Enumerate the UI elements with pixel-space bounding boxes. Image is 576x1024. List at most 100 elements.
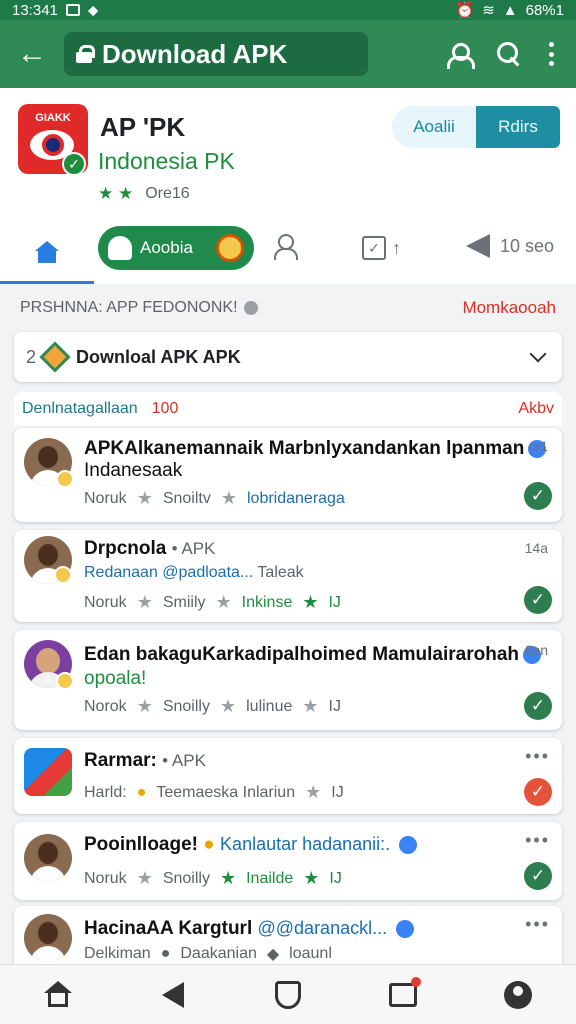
home-icon (34, 240, 60, 263)
item-meta-d: IJ (328, 593, 341, 611)
chevron-down-icon (529, 345, 547, 363)
dropdown-label: Downloal APK APK (76, 346, 241, 367)
item-meta-b: Smiily (162, 593, 206, 611)
item-meta-c: lulinue (246, 697, 293, 715)
tab-pill-label: Aoobia (140, 238, 193, 257)
download-dropdown[interactable]: 2 Downloal APK APK (14, 332, 562, 382)
item-title: Edan bakaguKarkadipalhoimed Mamulairaroh… (84, 644, 519, 665)
list-item[interactable]: Pooinlloage! ● Kanlautar hadananii:. Nor… (14, 822, 562, 900)
item-mention[interactable]: Redanaan @padloata... (84, 564, 253, 581)
app-title: AP 'PK (100, 112, 186, 142)
check-circle-icon: ✓ (524, 586, 552, 614)
item-title: Drpcnola (84, 538, 167, 559)
item-meta-a: Noruk (84, 869, 127, 887)
url-bar[interactable]: Download APK (64, 32, 368, 76)
item-meta-c[interactable]: lobridaneraga (247, 490, 345, 508)
item-mention-tail: Taleak (257, 564, 304, 581)
badge-icon (56, 470, 74, 488)
app-bar: ← Download APK (0, 20, 576, 88)
more-horiz-icon[interactable]: ••• (525, 830, 550, 851)
verified-icon (399, 835, 418, 854)
avatar-small-icon: ● (160, 945, 171, 962)
header-button-a[interactable]: Aoalii (392, 106, 476, 148)
home-icon[interactable] (38, 975, 78, 1015)
wifi-icon: ≋ (482, 2, 495, 19)
star-icon: ★ (136, 696, 153, 716)
tab-send[interactable]: 10 seo (466, 234, 554, 258)
rating: ★ ★ Ore16 (98, 184, 190, 204)
avatar (24, 914, 72, 962)
item-meta-b: Daakanian (180, 945, 257, 962)
list-item[interactable]: APKAlkanemannaik Marbnlyxandankan lpanma… (14, 428, 562, 522)
account-icon[interactable] (446, 42, 475, 69)
badge-icon (39, 341, 71, 373)
item-time: ıэ1 (529, 438, 548, 454)
star-icon: ★ (305, 782, 322, 802)
list-title: Denlnatagallaan (22, 400, 138, 417)
tab-pill[interactable]: Aoobia (98, 226, 254, 270)
dropdown-number: 2 (26, 346, 37, 367)
item-meta-b: Snoilly (162, 697, 210, 715)
star-icons: ★ ★ (98, 184, 134, 203)
list-item[interactable]: Rarmar: • APK Harld: ● Teemaeska Inlariu… (14, 738, 562, 814)
rocket-icon (108, 236, 132, 260)
info-icon[interactable] (243, 301, 258, 315)
tab-bar: Aoobia ✓ ↑ 10 seo (0, 222, 576, 284)
item-title-tail[interactable]: Kanlautar hadananii:. (220, 834, 390, 854)
emoji-icon: ● (136, 783, 147, 801)
item-meta-a: Delkiman (84, 945, 151, 962)
search-icon[interactable] (496, 41, 522, 67)
check-circle-icon: ✓ (524, 692, 552, 720)
list-item[interactable]: HacinaAA Kargturl @@daranackl... Delkima… (14, 906, 562, 966)
item-meta-a: Noruk (84, 593, 127, 611)
app-header-card: GIAKK ✓ AP 'PK Indonesia PK ★ ★ Ore16 Ao… (0, 88, 576, 284)
profile-icon[interactable] (498, 975, 538, 1015)
send-icon (466, 234, 490, 258)
check-circle-icon: ✓ (524, 778, 552, 806)
star-icon: ★ (136, 592, 153, 612)
messages-icon[interactable] (383, 975, 423, 1015)
tag-icon: ◆ (266, 946, 280, 963)
more-horiz-icon[interactable]: ••• (525, 746, 550, 767)
item-meta-a: Harld: (84, 783, 127, 801)
star-icon: ★ (136, 868, 153, 888)
list-item[interactable]: Edan bakaguKarkadipalhoimed Mamulairaroh… (14, 630, 562, 730)
item-time: 14a (524, 540, 548, 556)
section-header: PRSHNNA: APP FEDONONK! Momkaooah (0, 290, 576, 326)
list-action[interactable]: Akbv (518, 400, 554, 418)
shield-icon[interactable] (268, 975, 308, 1015)
tab-people-icon[interactable] (272, 234, 300, 262)
avatar (24, 834, 72, 882)
star-icon: ★ (136, 488, 153, 508)
item-title-tail[interactable]: @@daranackl... (258, 918, 388, 938)
item-title: APKAlkanemannaik Marbnlyxandankan lpanma… (84, 438, 525, 459)
section-title: PRSHNNA: APP FEDONONK! (20, 299, 238, 316)
item-meta-d: IJ (329, 869, 342, 887)
back-arrow-icon[interactable]: ← (0, 20, 64, 88)
section-action-link[interactable]: Momkaooah (462, 298, 556, 318)
item-meta-d: IJ (331, 783, 344, 801)
star-icon: ★ (215, 592, 232, 612)
star-icon: ★ (303, 868, 320, 888)
item-meta-a: Norok (84, 697, 127, 715)
notification-dot (411, 976, 422, 987)
url-text: Download APK (102, 38, 288, 69)
verified-icon (396, 919, 415, 938)
header-button-b[interactable]: Rdirs (476, 106, 560, 148)
more-vert-icon[interactable] (548, 42, 554, 66)
list-item[interactable]: Drpcnola • APK Redanaan @padloata... Tal… (14, 530, 562, 622)
tab-tasks[interactable]: ✓ ↑ (362, 236, 401, 260)
badge-icon (56, 672, 74, 690)
item-title-line2: opoala! (84, 668, 147, 689)
check-circle-icon: ✓ (524, 862, 552, 890)
list-header: Denlnatagallaan 100 Akbv (14, 392, 562, 426)
bottom-navigation (0, 964, 576, 1024)
star-icon: ★ (302, 592, 319, 612)
item-title: Rarmar: (84, 750, 157, 771)
checkbox-icon: ✓ (362, 236, 386, 260)
star-icon: ★ (220, 488, 237, 508)
more-horiz-icon[interactable]: ••• (525, 914, 550, 935)
back-icon[interactable] (153, 975, 193, 1015)
item-time: 6en (524, 642, 548, 658)
tab-home[interactable] (0, 222, 94, 284)
